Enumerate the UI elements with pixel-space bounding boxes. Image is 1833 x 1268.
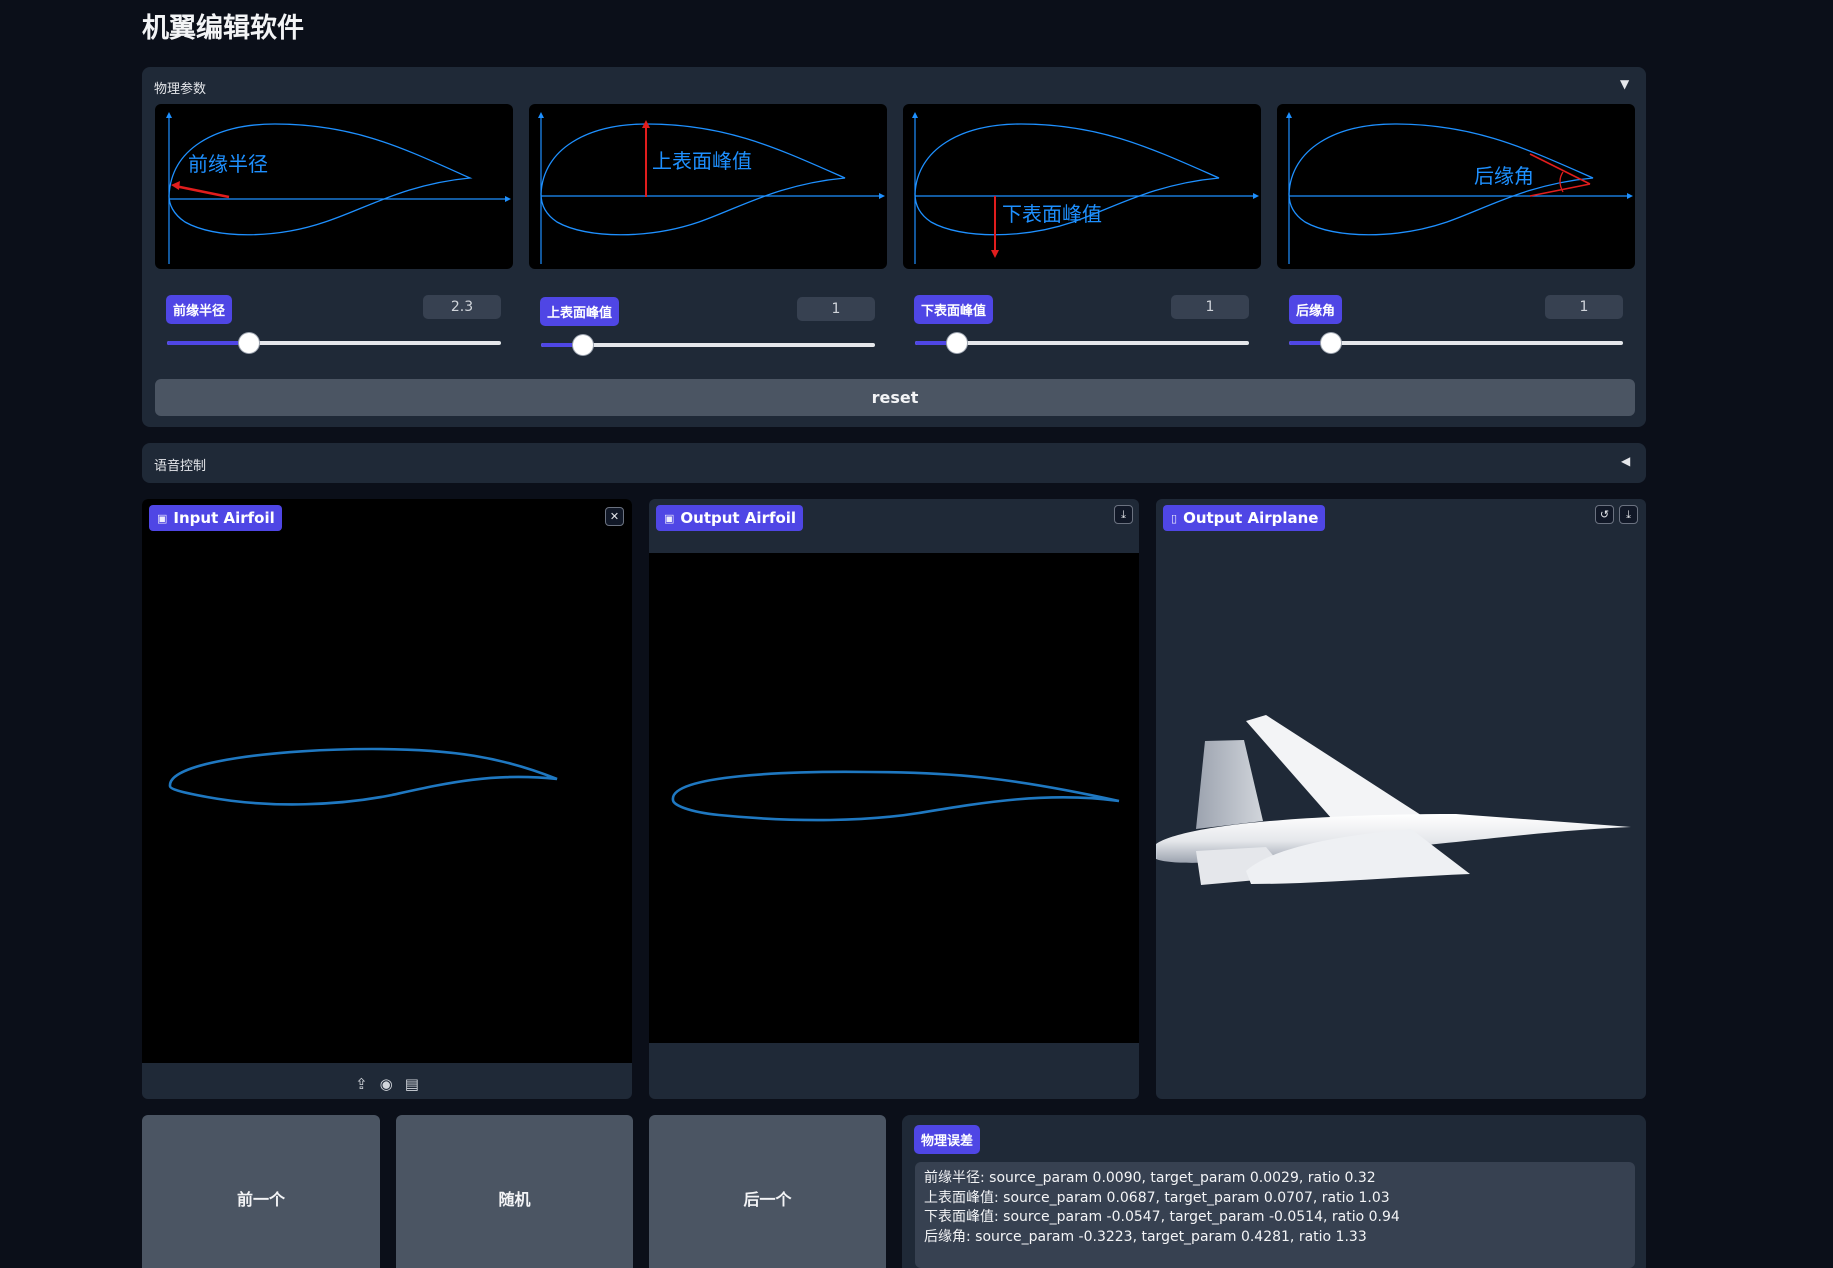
lower-peak-illustration: 下表面峰值	[903, 104, 1261, 269]
leading-edge-radius-label: 前缘半径	[166, 295, 233, 324]
source-toolbar: ⇪ ◉ ▤	[142, 1075, 632, 1093]
output-airfoil-panel: ▣ Output Airfoil ⤓	[649, 499, 1139, 1099]
upper-peak-input[interactable]: 1	[797, 297, 875, 321]
output-airplane-panel[interactable]: ▯ Output Airplane ↺ ⤓	[1156, 499, 1646, 1099]
physics-error-label: 物理误差	[914, 1125, 981, 1154]
image-icon: ▣	[157, 511, 168, 525]
upper-peak-slider[interactable]	[541, 335, 875, 355]
trailing-edge-angle-slider[interactable]	[1289, 333, 1623, 353]
slider-fill	[167, 341, 249, 345]
previous-button[interactable]: 前一个	[142, 1115, 380, 1268]
physics-params-header[interactable]: 物理参数	[154, 78, 206, 97]
close-icon[interactable]: ✕	[605, 507, 624, 526]
image-icon: ▣	[664, 511, 675, 525]
input-airfoil-label: ▣ Input Airfoil	[149, 505, 282, 531]
trailing-edge-angle-input[interactable]: 1	[1545, 295, 1623, 319]
error-line: 后缘角: source_param -0.3223, target_param …	[924, 1228, 1367, 1245]
triangle-left-icon[interactable]: ◀	[1621, 454, 1630, 468]
triangle-down-icon[interactable]: ▼	[1620, 77, 1629, 91]
error-line: 下表面峰值: source_param -0.0547, target_para…	[924, 1209, 1400, 1225]
download-icon[interactable]: ⤓	[1114, 505, 1133, 524]
slider-thumb[interactable]	[572, 335, 593, 355]
webcam-icon[interactable]: ◉	[380, 1075, 393, 1093]
reset-button[interactable]: reset	[155, 379, 1635, 416]
physics-error-output: 前缘半径: source_param 0.0090, target_param …	[915, 1162, 1635, 1268]
leading-edge-radius-input[interactable]: 2.3	[423, 295, 501, 319]
upper-peak-illustration: 上表面峰值	[529, 104, 887, 269]
trailing-edge-angle-caption: 后缘角	[1474, 164, 1534, 188]
error-line: 前缘半径: source_param 0.0090, target_param …	[924, 1170, 1376, 1186]
error-line: 上表面峰值: source_param 0.0687, target_param…	[924, 1189, 1390, 1206]
trailing-edge-angle-illustration: 后缘角	[1277, 104, 1635, 269]
output-airfoil-canvas	[649, 553, 1139, 1043]
leading-edge-radius-slider[interactable]	[167, 333, 501, 353]
lower-peak-slider[interactable]	[915, 333, 1249, 353]
slider-thumb[interactable]	[238, 333, 259, 353]
next-button[interactable]: 后一个	[649, 1115, 886, 1268]
random-button[interactable]: 随机	[396, 1115, 633, 1268]
output-airfoil-label: ▣ Output Airfoil	[656, 505, 804, 531]
trailing-edge-angle-label: 后缘角	[1289, 295, 1343, 324]
airplane-model-view[interactable]	[1156, 499, 1646, 1099]
input-airfoil-title: Input Airfoil	[173, 509, 275, 527]
upload-icon[interactable]: ⇪	[355, 1075, 368, 1093]
app-title: 机翼编辑软件	[142, 13, 304, 44]
slider-thumb[interactable]	[1320, 333, 1341, 353]
upper-peak-caption: 上表面峰值	[652, 149, 752, 173]
voice-control-header[interactable]: 语音控制	[154, 455, 206, 474]
slider-thumb[interactable]	[946, 333, 967, 353]
lower-peak-input[interactable]: 1	[1171, 295, 1249, 319]
lower-peak-caption: 下表面峰值	[1002, 202, 1102, 226]
leading-edge-radius-illustration: 前缘半径	[155, 104, 513, 269]
input-airfoil-panel[interactable]: ▣ Input Airfoil ✕ ⇪ ◉ ▤	[142, 499, 632, 1099]
input-airfoil-canvas[interactable]	[142, 499, 632, 1063]
clipboard-icon[interactable]: ▤	[405, 1075, 419, 1093]
lower-peak-label: 下表面峰值	[914, 295, 994, 324]
upper-peak-label: 上表面峰值	[540, 297, 620, 326]
leading-edge-radius-caption: 前缘半径	[188, 152, 268, 176]
voice-control-panel[interactable]	[142, 443, 1646, 483]
output-airfoil-title: Output Airfoil	[680, 509, 797, 527]
